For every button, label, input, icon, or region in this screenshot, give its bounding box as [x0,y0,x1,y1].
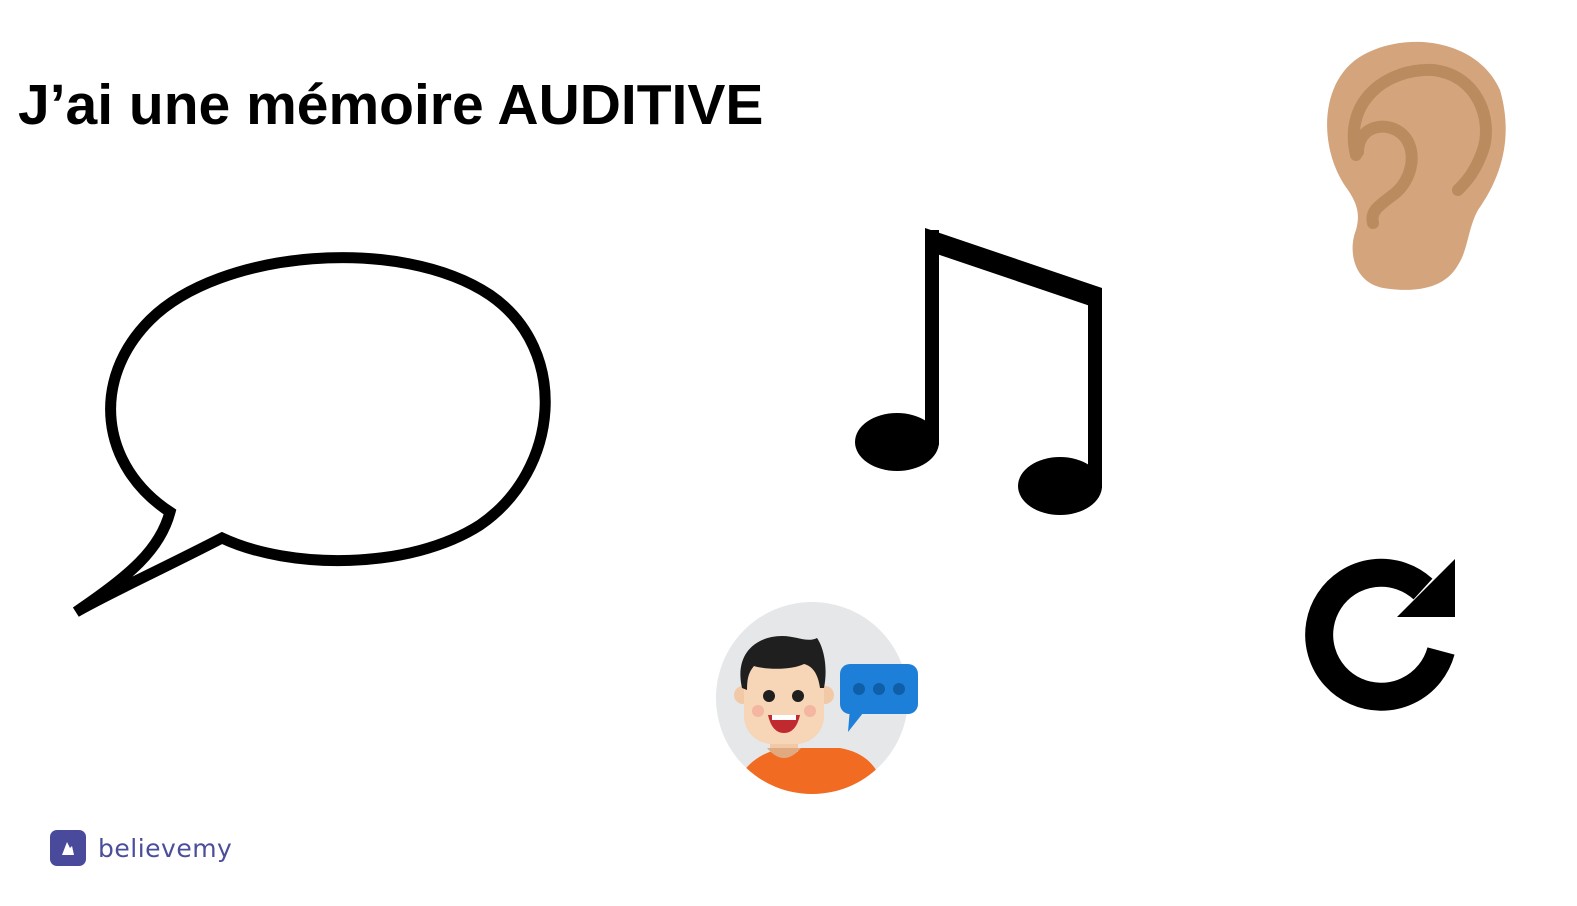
page-title: J’ai une mémoire AUDITIVE [18,73,764,137]
talking-person-icon [716,602,918,794]
brand-logo: believemy [50,830,232,866]
refresh-icon [1305,558,1455,711]
logo-text: believemy [98,833,233,863]
speech-bubble-icon [72,252,551,617]
ear-icon [1327,41,1506,290]
music-note-icon [855,228,1102,515]
logo-mark-icon [50,830,86,866]
